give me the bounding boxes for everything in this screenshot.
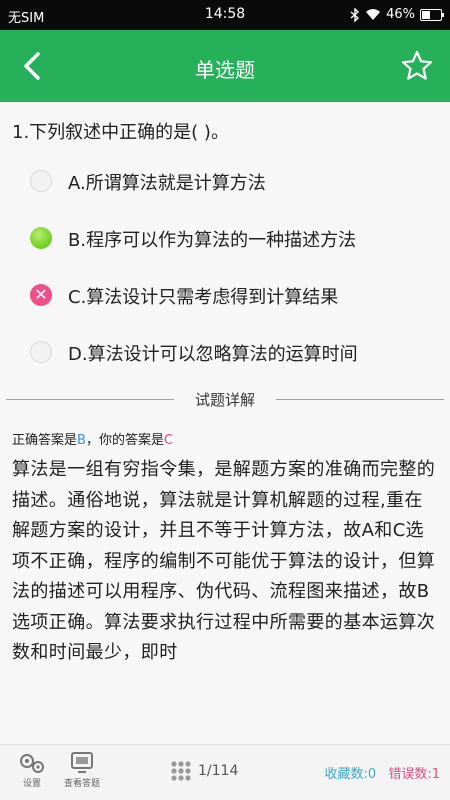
- progress-text: 1/114: [198, 763, 239, 779]
- battery-percent: 46%: [386, 7, 415, 22]
- option-label: A.所谓算法就是计算方法: [68, 173, 266, 194]
- your-answer-prefix: ，你的答案是: [85, 433, 164, 448]
- answer-summary: 正确答案是B，你的答案是C: [12, 429, 173, 448]
- grid-dots-icon: [171, 761, 191, 781]
- gear-icon: [20, 754, 44, 773]
- progress-indicator[interactable]: 1/114: [170, 760, 238, 782]
- answer-sheet-label: 查看答题: [63, 779, 100, 789]
- option-c[interactable]: ✕ C.算法设计只需考虑得到计算结果: [0, 270, 450, 327]
- page-title: 单选题: [195, 58, 255, 82]
- option-label: B.程序可以作为算法的一种描述方法: [68, 230, 357, 251]
- settings-button[interactable]: 设置: [12, 751, 52, 789]
- options-list: A.所谓算法就是计算方法 B.程序可以作为算法的一种描述方法 ✕ C.算法设计只…: [0, 156, 450, 384]
- app-header: 单选题: [0, 30, 450, 102]
- radio-unselected-icon[interactable]: [30, 170, 52, 192]
- explanation-body: 算法是一组有穷指令集，是解题方案的准确而完整的描述。通俗地说，算法就是计算机解题…: [12, 459, 436, 663]
- monitor-icon: [71, 752, 93, 773]
- correct-indicator-icon[interactable]: [30, 227, 52, 249]
- explanation-divider: 试题详解: [0, 387, 450, 411]
- question-text: 1.下列叙述中正确的是( )。: [12, 122, 229, 143]
- option-b[interactable]: B.程序可以作为算法的一种描述方法: [0, 213, 450, 270]
- favorites-count: 收藏数:0: [324, 767, 377, 782]
- settings-label: 设置: [22, 779, 41, 789]
- wifi-icon: [366, 8, 381, 20]
- status-icons: 46%: [350, 7, 444, 22]
- answer-sheet-button[interactable]: 查看答题: [62, 751, 102, 789]
- option-a[interactable]: A.所谓算法就是计算方法: [0, 156, 450, 213]
- status-bar: 无SIM 14:58 46%: [0, 0, 450, 30]
- battery-icon: [420, 8, 444, 21]
- correct-answer-prefix: 正确答案是: [12, 433, 78, 448]
- your-answer-value: C: [163, 433, 174, 448]
- bottom-toolbar: 设置 查看答题 1/114 收藏数:0 错误数:1: [0, 744, 450, 800]
- bluetooth-icon: [350, 7, 360, 22]
- explanation-heading: 试题详解: [194, 391, 255, 409]
- favorite-star-button[interactable]: [400, 49, 434, 83]
- option-label: C.算法设计只需考虑得到计算结果: [68, 287, 339, 308]
- correct-answer-value: B: [77, 433, 86, 448]
- option-label: D.算法设计可以忽略算法的运算时间: [68, 344, 358, 365]
- stats: 收藏数:0 错误数:1: [325, 763, 440, 782]
- radio-unselected-icon[interactable]: [30, 341, 52, 363]
- wrong-x-icon[interactable]: ✕: [30, 284, 52, 306]
- option-d[interactable]: D.算法设计可以忽略算法的运算时间: [0, 327, 450, 384]
- errors-count: 错误数:1: [388, 767, 440, 782]
